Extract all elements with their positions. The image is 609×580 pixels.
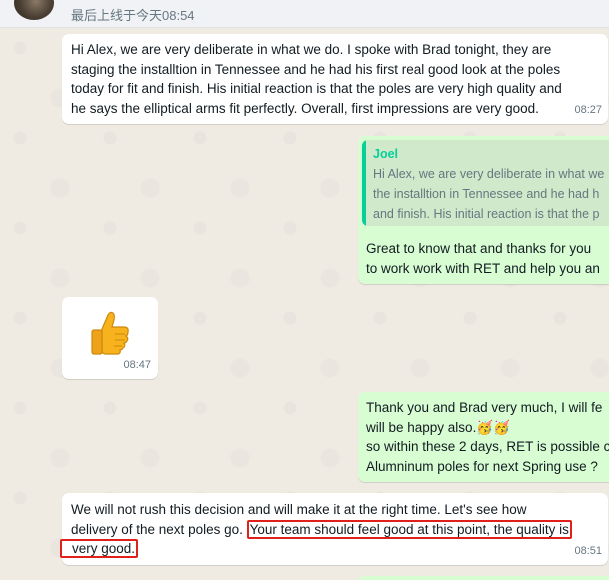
quote-line: Hi Alex, we are very deliberate in what … — [373, 167, 605, 181]
message-bubble-outgoing[interactable]: Thank you and Brad very much, I will fe … — [358, 392, 609, 482]
message-line-plain: delivery of the next poles go. — [71, 521, 247, 537]
message-text: Thank you and Brad very much, I will fe … — [366, 398, 609, 476]
message-line: Alumninum poles for next Spring use ? — [366, 458, 598, 474]
thumbs-up-icon — [91, 311, 129, 355]
message-text: Hi Alex, we are very deliberate in what … — [71, 40, 562, 118]
message-text: Great to know that and thanks for you to… — [366, 239, 600, 278]
message-line: staging the installtion in Tennessee and… — [71, 61, 561, 77]
message-time: 08:47 — [123, 358, 151, 371]
message-bubble-outgoing[interactable]: Joel Hi Alex, we are very deliberate in … — [358, 136, 609, 284]
quote-author: Joel — [373, 147, 399, 161]
message-bubble-incoming[interactable]: Hi Alex, we are very deliberate in what … — [62, 34, 608, 124]
message-line-with-emoji: will be happy also.🥳🥳 — [366, 418, 609, 438]
quoted-message[interactable]: Joel Hi Alex, we are very deliberate in … — [362, 140, 609, 226]
quote-text: Hi Alex, we are very deliberate in what … — [373, 164, 609, 224]
message-line: Great to know that and thanks for you — [366, 241, 592, 256]
quote-line: the installtion in Tennessee and he had … — [373, 187, 600, 201]
message-line: Hi Alex, we are very deliberate in what … — [71, 42, 552, 57]
message-time: 08:51 — [574, 544, 602, 557]
message-time: 08:27 — [574, 103, 602, 116]
chat-header: 最后上线于今天08:54 — [0, 0, 609, 28]
highlighted-text: Your team should feel good at this point… — [246, 519, 572, 539]
message-line: so within these 2 days, RET is possible … — [366, 439, 609, 454]
message-line: he says the elliptical arms fit perfectl… — [71, 100, 539, 116]
party-face-emoji-icon: 🥳🥳 — [476, 419, 510, 435]
message-line: We will not rush this decision and will … — [71, 502, 527, 517]
highlighted-text: very good. — [60, 539, 139, 558]
message-line: very good. — [60, 539, 572, 559]
quote-line: and finish. His initial reaction is that… — [373, 207, 600, 221]
avatar[interactable] — [14, 0, 54, 20]
message-bubble-incoming[interactable]: We will not rush this decision and will … — [60, 493, 608, 565]
message-line: will be happy also. — [366, 419, 477, 435]
message-bubble-incoming-emoji[interactable]: 08:47 — [62, 297, 158, 379]
message-line: Thank you and Brad very much, I will fe — [366, 400, 603, 415]
message-line: today for fit and finish. His initial re… — [71, 81, 562, 96]
message-line: delivery of the next poles go. Your team… — [71, 519, 572, 540]
message-line: to work work with RET and help you an — [366, 260, 600, 276]
quote-accent-bar — [362, 140, 366, 226]
message-text: We will not rush this decision and will … — [60, 500, 572, 559]
last-seen-status: 最后上线于今天08:54 — [71, 8, 195, 23]
message-bubble-outgoing-partial[interactable] — [358, 576, 609, 580]
